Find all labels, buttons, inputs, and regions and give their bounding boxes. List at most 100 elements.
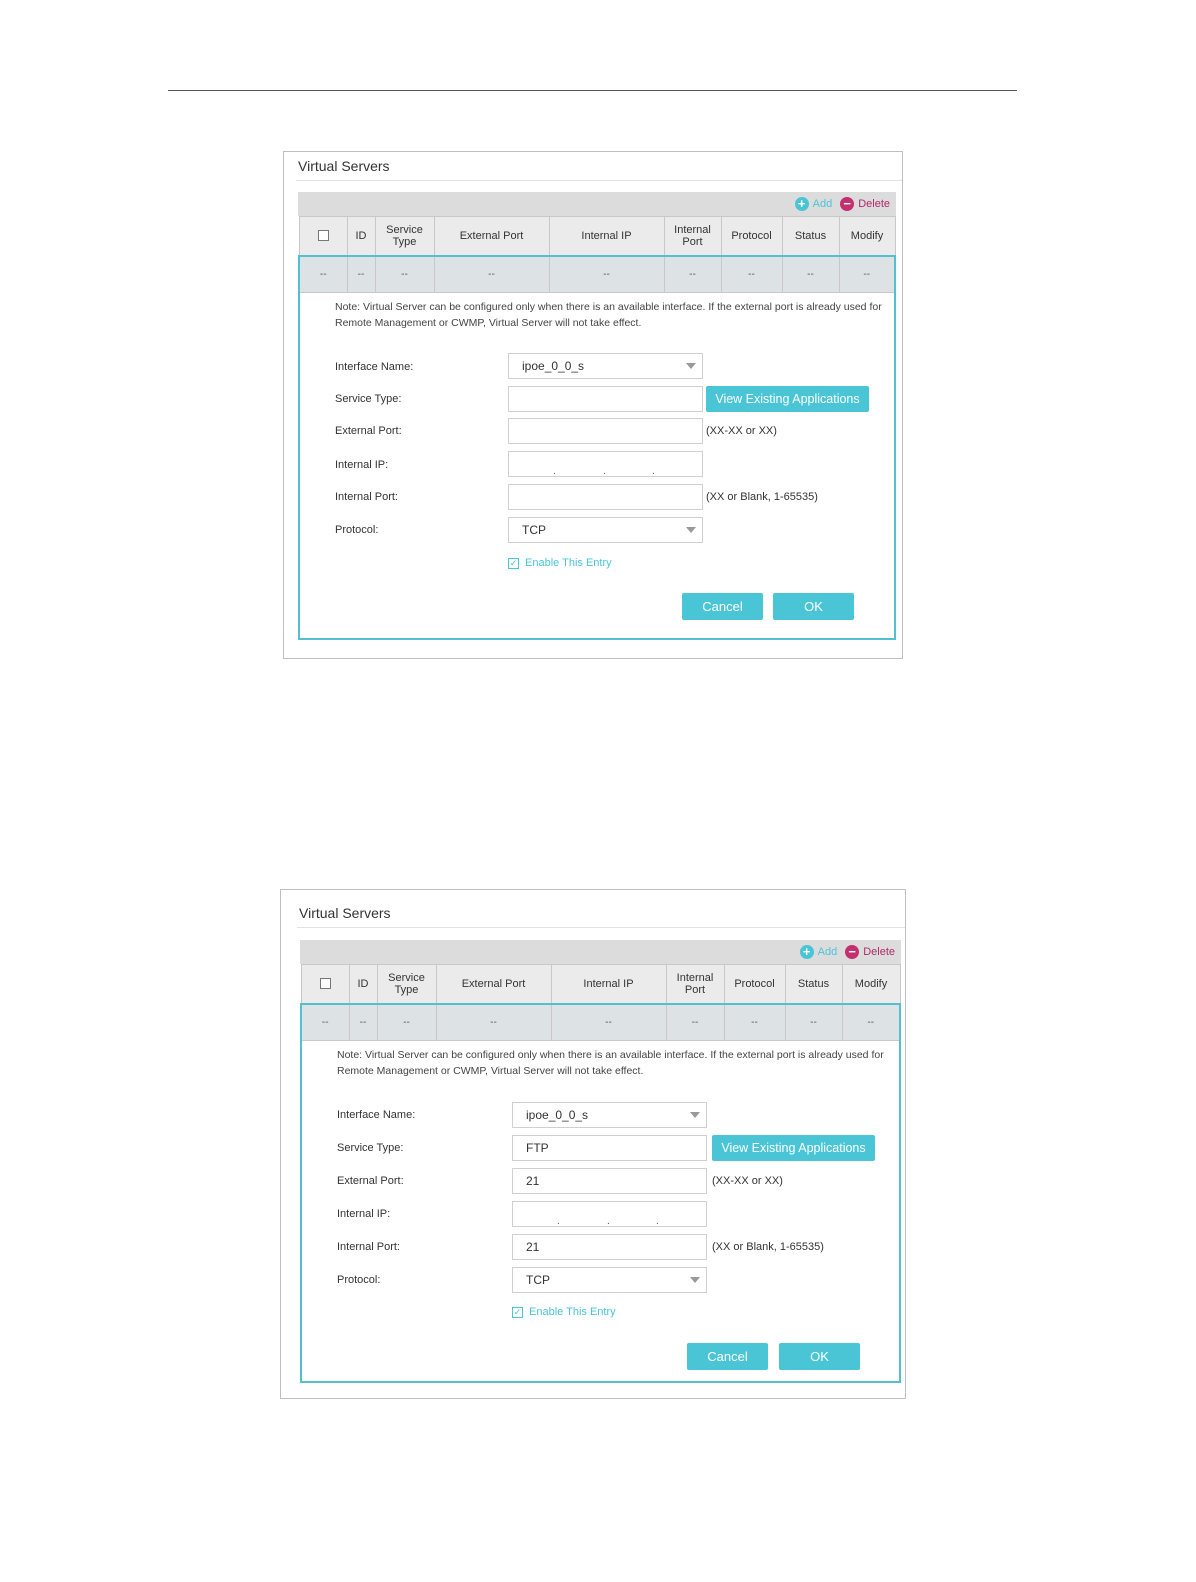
enable-entry-checkbox[interactable]: ✓ (512, 1306, 523, 1318)
view-existing-applications-button[interactable]: View Existing Applications (712, 1135, 875, 1161)
internal-port-hint: (XX or Blank, 1-65535) (706, 491, 818, 503)
interface-name-select[interactable]: ipoe_0_0_s (512, 1102, 707, 1128)
config-note: Note: Virtual Server can be configured o… (335, 301, 882, 329)
add-button-label: Add (817, 946, 838, 958)
select-all-header[interactable] (298, 216, 348, 256)
add-button[interactable]: + Add (794, 197, 833, 211)
table-cell: -- (374, 254, 435, 293)
add-button-label: Add (812, 198, 833, 210)
cancel-button[interactable]: Cancel (687, 1343, 768, 1370)
enable-entry-checkbox[interactable]: ✓ (508, 557, 519, 569)
table-header-row: ID Service Type External Port Internal I… (300, 964, 901, 1004)
col-header-protocol: Protocol (720, 216, 783, 256)
chevron-down-icon (690, 1277, 700, 1283)
service-type-input[interactable] (508, 386, 703, 412)
external-port-input[interactable]: 21 (512, 1168, 707, 1194)
col-header-protocol: Protocol (723, 964, 786, 1004)
col-header-service-type: Service Type (374, 216, 435, 256)
ip-separator: . (553, 466, 556, 477)
add-button[interactable]: + Add (799, 945, 838, 959)
protocol-select[interactable]: TCP (508, 517, 703, 543)
internal-ip-label: Internal IP: (335, 459, 389, 471)
table-row[interactable]: -- -- -- -- -- -- -- -- -- (298, 254, 896, 293)
protocol-value: TCP (522, 523, 546, 537)
col-header-id: ID (348, 964, 378, 1004)
col-header-external-port: External Port (433, 216, 550, 256)
col-header-status: Status (781, 216, 840, 256)
ok-button[interactable]: OK (773, 593, 854, 620)
ok-button[interactable]: OK (779, 1343, 860, 1370)
delete-button[interactable]: − Delete (845, 945, 895, 959)
delete-button-label: Delete (863, 946, 895, 958)
delete-button[interactable]: − Delete (840, 197, 890, 211)
virtual-servers-panel: Virtual Servers + Add − Delete ID Servic… (280, 889, 906, 1399)
ip-separator: . (652, 466, 655, 477)
protocol-select[interactable]: TCP (512, 1267, 707, 1293)
internal-port-label: Internal Port: (337, 1241, 400, 1253)
table-cell: -- (665, 1002, 725, 1041)
virtual-servers-panel: Virtual Servers + Add − Delete ID Servic… (283, 151, 903, 659)
table-cell: -- (300, 1002, 350, 1041)
virtual-servers-table-area: + Add − Delete ID Service Type External … (298, 192, 896, 640)
panel-title: Virtual Servers (299, 905, 391, 921)
internal-ip-label: Internal IP: (337, 1208, 391, 1220)
service-type-label: Service Type: (337, 1142, 404, 1154)
table-cell: -- (298, 254, 348, 293)
edit-entry-form: Note: Virtual Server can be configured o… (298, 293, 896, 640)
col-header-external-port: External Port (435, 964, 552, 1004)
table-cell: -- (720, 254, 783, 293)
ip-separator: . (607, 1216, 610, 1227)
minus-circle-icon: − (840, 197, 855, 211)
interface-name-label: Interface Name: (337, 1109, 416, 1121)
minus-circle-icon: − (845, 945, 860, 959)
view-existing-applications-button[interactable]: View Existing Applications (706, 386, 869, 412)
table-cell: -- (433, 254, 550, 293)
table-cell: -- (781, 254, 840, 293)
internal-ip-input[interactable]: . . . (508, 451, 703, 477)
enable-entry-label: Enable This Entry (525, 557, 612, 569)
interface-name-label: Interface Name: (335, 361, 414, 373)
table-cell: -- (784, 1002, 843, 1041)
external-port-hint: (XX-XX or XX) (712, 1175, 783, 1187)
ip-separator: . (557, 1216, 560, 1227)
select-all-header[interactable] (300, 964, 350, 1004)
interface-name-value: ipoe_0_0_s (526, 1108, 589, 1122)
external-port-input[interactable] (508, 418, 703, 444)
col-header-internal-port: Internal Port (665, 964, 725, 1004)
chevron-down-icon (686, 363, 696, 369)
col-header-service-type: Service Type (376, 964, 437, 1004)
delete-button-label: Delete (858, 198, 890, 210)
table-row[interactable]: -- -- -- -- -- -- -- -- -- (300, 1002, 901, 1041)
internal-port-input[interactable] (508, 484, 703, 510)
cancel-button[interactable]: Cancel (682, 593, 763, 620)
col-header-modify: Modify (841, 964, 901, 1004)
ip-separator: . (603, 466, 606, 477)
col-header-id: ID (346, 216, 376, 256)
config-note: Note: Virtual Server can be configured o… (337, 1049, 884, 1077)
select-all-checkbox[interactable] (317, 230, 329, 242)
internal-port-hint: (XX or Blank, 1-65535) (712, 1241, 824, 1253)
table-cell: -- (376, 1002, 437, 1041)
enable-entry-row[interactable]: ✓ Enable This Entry (512, 1306, 616, 1318)
service-type-input[interactable]: FTP (512, 1135, 707, 1161)
internal-port-input[interactable]: 21 (512, 1234, 707, 1260)
table-toolbar: + Add − Delete (298, 192, 896, 216)
enable-entry-row[interactable]: ✓ Enable This Entry (508, 557, 612, 569)
external-port-label: External Port: (335, 425, 402, 437)
table-cell: -- (435, 1002, 552, 1041)
panel-title-divider (297, 927, 905, 928)
page-top-rule (168, 90, 1017, 91)
panel-title: Virtual Servers (298, 158, 390, 174)
virtual-servers-table: ID Service Type External Port Internal I… (300, 964, 901, 1041)
interface-name-select[interactable]: ipoe_0_0_s (508, 353, 703, 379)
table-cell: -- (550, 1002, 667, 1041)
col-header-modify: Modify (838, 216, 896, 256)
table-cell: -- (838, 254, 896, 293)
enable-entry-label: Enable This Entry (529, 1306, 616, 1318)
internal-ip-input[interactable]: . . . (512, 1201, 707, 1227)
service-type-label: Service Type: (335, 393, 402, 405)
table-cell: -- (663, 254, 722, 293)
select-all-checkbox[interactable] (319, 978, 331, 990)
table-cell: -- (841, 1002, 901, 1041)
chevron-down-icon (690, 1112, 700, 1118)
